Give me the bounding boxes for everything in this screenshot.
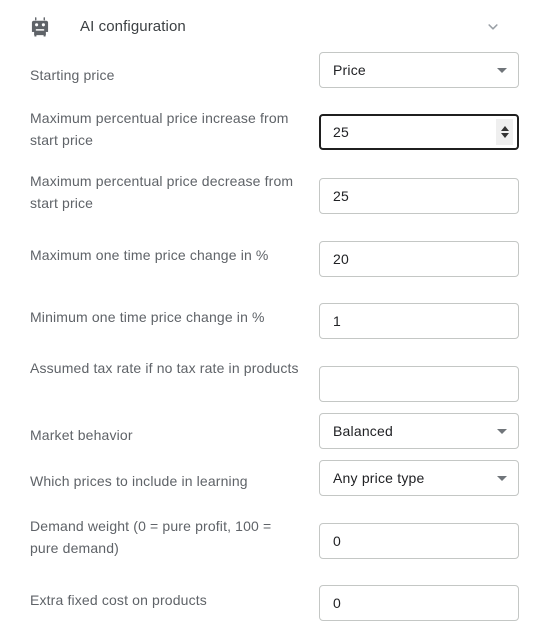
control-value-prices-to-include-in-learning: Any price type (333, 470, 425, 486)
field-label-maximum-percentual-price-decrease: Maximum percentual price decrease from s… (30, 173, 294, 211)
input-demand-weight[interactable]: 0 (319, 523, 519, 559)
input-extra-fixed-cost-on-products[interactable]: 0 (319, 585, 519, 621)
control-value-starting-price: Price (333, 62, 366, 78)
control-value-maximum-percentual-price-decrease: 25 (333, 188, 349, 204)
control-value-maximum-percentual-price-increase: 25 (333, 124, 349, 140)
control-value-demand-weight: 0 (333, 533, 341, 549)
field-label-assumed-tax-rate: Assumed tax rate if no tax rate in produ… (30, 360, 299, 376)
dropdown-arrow-icon[interactable] (497, 429, 507, 434)
dropdown-arrow-icon[interactable] (497, 68, 507, 73)
field-label-maximum-one-time-price-change: Maximum one time price change in % (30, 247, 269, 263)
control-value-maximum-one-time-price-change: 20 (333, 251, 349, 267)
panel-title: AI configuration (80, 18, 186, 35)
dropdown-arrow-icon[interactable] (497, 476, 507, 481)
field-label-minimum-one-time-price-change: Minimum one time price change in % (30, 309, 265, 325)
input-maximum-percentual-price-decrease[interactable]: 25 (319, 178, 519, 214)
ai-configuration-header[interactable]: AI configuration (0, 0, 550, 54)
select-market-behavior[interactable]: Balanced (319, 413, 519, 449)
field-label-prices-to-include-in-learning: Which prices to include in learning (30, 473, 248, 489)
field-label-demand-weight: Demand weight (0 = pure profit, 100 = pu… (30, 518, 272, 556)
input-maximum-percentual-price-increase[interactable]: 25 (319, 114, 519, 150)
select-starting-price[interactable]: Price (319, 52, 519, 88)
ai-configuration-panel: AI configuration Starting price Price Maxi… (0, 0, 550, 638)
field-label-starting-price: Starting price (30, 67, 115, 83)
field-label-maximum-percentual-price-increase: Maximum percentual price increase from s… (30, 110, 289, 148)
select-prices-to-include-in-learning[interactable]: Any price type (319, 460, 519, 496)
control-value-market-behavior: Balanced (333, 423, 393, 439)
robot-icon (29, 16, 51, 38)
input-assumed-tax-rate[interactable] (319, 366, 519, 402)
number-stepper-maximum-percentual-price-increase[interactable] (496, 119, 513, 145)
input-maximum-one-time-price-change[interactable]: 20 (319, 241, 519, 277)
control-value-minimum-one-time-price-change: 1 (333, 313, 341, 329)
stepper-down-icon[interactable] (500, 133, 509, 138)
field-label-market-behavior: Market behavior (30, 427, 133, 443)
chevron-down-icon[interactable] (483, 17, 503, 37)
control-value-extra-fixed-cost-on-products: 0 (333, 595, 341, 611)
field-label-extra-fixed-cost-on-products: Extra fixed cost on products (30, 592, 207, 608)
stepper-up-icon[interactable] (500, 126, 509, 131)
input-minimum-one-time-price-change[interactable]: 1 (319, 303, 519, 339)
